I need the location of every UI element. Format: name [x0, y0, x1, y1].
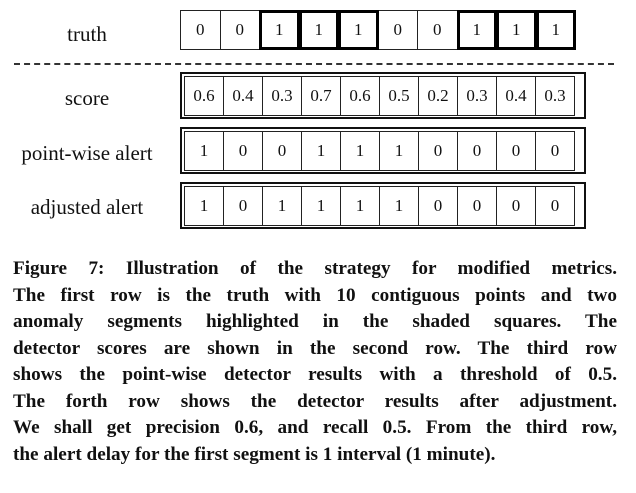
score-cell: 0.3: [262, 76, 302, 116]
point-wise-cell: 0: [535, 131, 575, 171]
adjusted-alert-row: 1 0 1 1 1 1 0 0 0 0: [184, 186, 575, 226]
truth-cell: 0: [180, 10, 221, 50]
adjusted-cell: 1: [340, 186, 380, 226]
score-cell: 0.6: [340, 76, 380, 116]
caption-line: the alert delay for the first segment is…: [13, 443, 496, 465]
caption-line: shows the point-wise detector results wi…: [13, 364, 617, 385]
row-label-point-wise-alert: point-wise alert: [21, 141, 153, 165]
adjusted-cell: 0: [223, 186, 263, 226]
point-wise-cell: 1: [379, 131, 419, 171]
caption-line: anomaly segments highlighted in the shad…: [13, 311, 617, 332]
truth-cell-anomaly: 1: [259, 10, 300, 50]
point-wise-cell: 1: [184, 131, 224, 171]
point-wise-cell: 0: [223, 131, 263, 171]
truth-cell-anomaly: 1: [298, 10, 339, 50]
adjusted-cell: 1: [184, 186, 224, 226]
caption-line: The forth row shows the detector results…: [13, 390, 617, 412]
point-wise-cell: 0: [262, 131, 302, 171]
score-cell: 0.6: [184, 76, 224, 116]
score-row: 0.6 0.4 0.3 0.7 0.6 0.5 0.2 0.3 0.4 0.3: [184, 76, 575, 116]
point-wise-cell: 1: [340, 131, 380, 171]
caption-line: We shall get precision 0.6, and recall 0…: [13, 417, 617, 438]
adjusted-cell: 0: [418, 186, 458, 226]
truth-cell-anomaly: 1: [456, 10, 497, 50]
truth-cell: 0: [377, 10, 418, 50]
row-label-score: score: [64, 86, 110, 110]
score-cell: 0.3: [457, 76, 497, 116]
row-label-truth: truth: [67, 22, 107, 46]
score-cell: 0.2: [418, 76, 458, 116]
truth-cell-anomaly: 1: [535, 10, 576, 50]
adjusted-cell: 1: [262, 186, 302, 226]
point-wise-cell: 1: [301, 131, 341, 171]
point-wise-cell: 0: [496, 131, 536, 171]
truth-cell: 0: [219, 10, 260, 50]
row-label-adjusted-alert: adjusted alert: [30, 195, 144, 219]
adjusted-cell: 0: [535, 186, 575, 226]
adjusted-cell: 1: [379, 186, 419, 226]
score-cell: 0.4: [496, 76, 536, 116]
score-cell: 0.4: [223, 76, 263, 116]
caption-line: detector scores are shown in the second …: [13, 337, 617, 359]
truth-cell-anomaly: 1: [338, 10, 379, 50]
truth-cell: 0: [417, 10, 458, 50]
dashed-separator: [14, 63, 614, 65]
point-wise-cell: 0: [457, 131, 497, 171]
point-wise-alert-row: 1 0 0 1 1 1 0 0 0 0: [184, 131, 575, 171]
adjusted-cell: 0: [496, 186, 536, 226]
score-cell: 0.7: [301, 76, 341, 116]
adjusted-cell: 0: [457, 186, 497, 226]
point-wise-cell: 0: [418, 131, 458, 171]
figure-caption: Figure 7: Illustration of the strategy f…: [13, 256, 617, 468]
truth-cell-anomaly: 1: [496, 10, 537, 50]
truth-row: 0 0 1 1 1 0 0 1 1 1: [180, 10, 576, 50]
adjusted-cell: 1: [301, 186, 341, 226]
caption-line: The first row is the truth with 10 conti…: [13, 284, 617, 306]
caption-line: Figure 7: Illustration of the strategy f…: [13, 258, 617, 279]
score-cell: 0.5: [379, 76, 419, 116]
score-cell: 0.3: [535, 76, 575, 116]
